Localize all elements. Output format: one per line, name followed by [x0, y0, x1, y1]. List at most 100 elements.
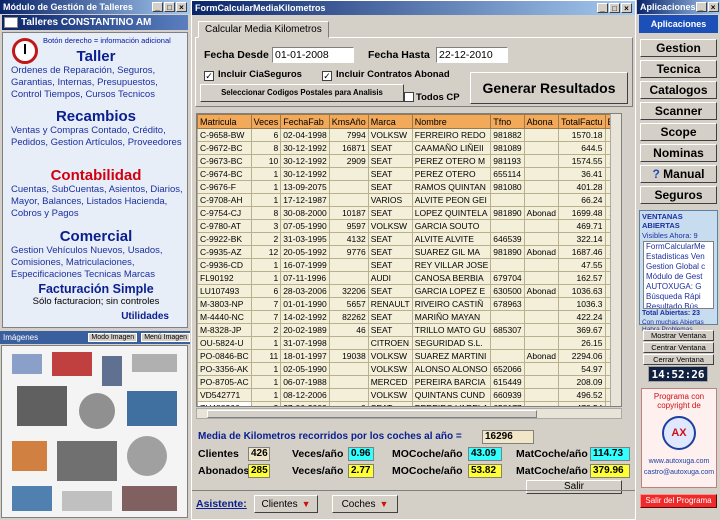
fecha-hasta-input[interactable]	[436, 47, 508, 63]
column-header[interactable]: TotalFactu	[557, 114, 606, 129]
open-window-item[interactable]: Módulo de Gest	[646, 272, 713, 282]
table-row[interactable]: VD542771 1 08-12-2006 VOLKSW QUINTANS CUND 66…	[197, 388, 621, 402]
utilidades-link[interactable]: Utilidades	[121, 311, 169, 322]
results-table: Matricula Veces FechaFab KmsAño Marca Nombre T…	[197, 114, 621, 406]
table-row[interactable]: FL90192 1 07-11-1996 AUDI CANOSA BERBIA 67970…	[197, 271, 621, 285]
table-row[interactable]: PO-8705-AC 1 06-07-1988 MERCED PEREIRA BARCI…	[197, 375, 621, 389]
column-header[interactable]: Marca	[367, 114, 413, 129]
results-grid[interactable]: Matricula Veces FechaFab KmsAño Marca Nombre T…	[196, 113, 622, 407]
minimize-icon[interactable]: _	[597, 3, 608, 13]
open-window-item[interactable]: AUTOXUGA: G	[646, 282, 713, 292]
open-window-item[interactable]: Resultado Bús	[646, 302, 713, 308]
table-row[interactable]: LU107493 6 28-03-2006 32206 SEAT GARCIA LOPEZ…	[197, 284, 621, 298]
section-contabilidad-title[interactable]: Contabilidad	[3, 167, 189, 184]
table-cell: AUDI	[367, 271, 413, 285]
section-recambios-title[interactable]: Recambios	[3, 108, 189, 125]
web-link[interactable]: www.autoxuga.com	[642, 458, 716, 465]
table-row[interactable]: OU-5824-U 1 31-07-1998 CITROEN SEGURIDAD S.L…	[197, 336, 621, 350]
table-row[interactable]: C-9754-CJ 8 30-08-2000 10187 SEAT LOPEZ QUINT…	[197, 206, 621, 220]
close-icon[interactable]: ×	[176, 2, 187, 12]
open-window-item[interactable]: Estadisticas Ven	[646, 252, 713, 262]
table-row[interactable]: M-4440-NC 7 14-02-1992 82262 SEAT MARIÑO MAYA…	[197, 310, 621, 324]
section-contabilidad[interactable]: Contabilidad Cuentas, SubCuentas, Asient…	[3, 167, 189, 220]
open-window-item[interactable]: FormCalcularMe	[646, 242, 713, 252]
section-taller-title[interactable]: Taller	[3, 48, 189, 65]
cerrar-ventana-button[interactable]: Cerrar Ventana	[643, 354, 714, 365]
incluir-cia-checkbox[interactable]: ✓	[204, 71, 214, 81]
scrollbar-thumb[interactable]	[207, 410, 537, 418]
grid-vertical-scrollbar[interactable]	[610, 114, 621, 406]
maximize-icon[interactable]: □	[609, 3, 620, 13]
menu-imagen-button[interactable]: Menú Imagen	[141, 333, 190, 342]
column-header[interactable]: Nombre	[411, 114, 492, 129]
table-row[interactable]: C-9674-BC 1 30-12-1992 SEAT PEREZ OTERO 65511…	[197, 167, 621, 181]
section-taller[interactable]: Taller Ordenes de Reparación, Seguros, G…	[3, 48, 189, 101]
table-row[interactable]: C-9708-AH 1 17-12-1987 VARIOS ALVITE PEON GE…	[197, 193, 621, 207]
minimize-icon[interactable]: _	[695, 2, 707, 12]
asistente-coches-button[interactable]: Coches ▼	[332, 495, 398, 513]
fecha-desde-input[interactable]	[272, 47, 354, 63]
table-cell: 162.57	[557, 271, 606, 285]
table-cell: 01-01-1990	[280, 297, 330, 311]
section-facturacion[interactable]: Facturación Simple Sólo facturacion; sin…	[3, 282, 189, 308]
column-header[interactable]: Matricula	[197, 114, 252, 129]
table-row[interactable]: M-8328-JP 2 20-02-1989 46 SEAT TRILLO MATO GU…	[197, 323, 621, 337]
table-cell: 1036.3	[557, 297, 606, 311]
catalogos-button[interactable]: Catalogos	[640, 81, 717, 99]
manual-button[interactable]: ? Manual	[640, 165, 717, 183]
table-row[interactable]: M-3803-NP 7 01-01-1990 5657 RENAULT RIVEIRO C…	[197, 297, 621, 311]
scope-button[interactable]: Scope	[640, 123, 717, 141]
column-header[interactable]: Tfno	[490, 114, 525, 129]
column-header[interactable]: Abona	[523, 114, 559, 129]
column-header[interactable]: KmsAño	[328, 114, 369, 129]
section-facturacion-title[interactable]: Facturación Simple	[3, 282, 189, 296]
table-row[interactable]: C-9658-BW 6 02-04-1998 7994 VOLKSW FERREIRO R…	[197, 128, 621, 142]
table-cell	[523, 375, 559, 389]
modo-imagen-button[interactable]: Modo Imagen	[88, 333, 138, 342]
table-row[interactable]: ZH488366227-06-20000SEATPEREIRO VARELA65…	[197, 401, 621, 406]
table-cell: VARIOS	[367, 193, 413, 207]
table-row[interactable]: PO-3356-AK 1 02-05-1990 VOLKSW ALONSO ALONSO…	[197, 362, 621, 376]
table-row[interactable]: C-9780-AT 3 07-05-1990 9597 VOLKSW GARCIA SOU…	[197, 219, 621, 233]
table-row[interactable]: C-9672-BC 8 30-12-1992 16871 SEAT CAAMAÑO LIÑ…	[197, 141, 621, 155]
seleccionar-codigos-button[interactable]: Seleccionar Codigos Postales para Analis…	[200, 84, 404, 102]
seguros-button[interactable]: Seguros	[640, 186, 717, 204]
table-row[interactable]: C-9936-CD 1 16-07-1999 SEAT REY VILLAR JOSE 4…	[197, 258, 621, 272]
open-windows-list[interactable]: FormCalcularMe Estadisticas Ven Gestion Gl…	[643, 241, 714, 309]
centrar-ventana-button[interactable]: Centrar Ventana	[643, 342, 714, 353]
table-cell: 1	[250, 167, 282, 181]
incluir-contratos-checkbox[interactable]: ✓	[322, 71, 332, 81]
table-row[interactable]: PO-0846-BC 11 18-01-1997 19038 VOLKSW SUAREZ …	[197, 349, 621, 363]
scanner-button[interactable]: Scanner	[640, 102, 717, 120]
table-cell: 658177	[490, 401, 525, 406]
minimize-icon[interactable]: _	[152, 2, 163, 12]
nominas-button[interactable]: Nominas	[640, 144, 717, 162]
grid-horizontal-scrollbar[interactable]	[196, 408, 622, 419]
close-icon[interactable]: ×	[707, 2, 719, 12]
table-row[interactable]: C-9935-AZ 12 20-05-1992 9776 SEAT SUAREZ GIL …	[197, 245, 621, 259]
generar-resultados-button[interactable]: Generar Resultados	[470, 72, 628, 104]
table-row[interactable]: C-9922-BK 2 31-03-1995 4132 SEAT ALVITE ALVIT…	[197, 232, 621, 246]
open-window-item[interactable]: Gestion Global c	[646, 262, 713, 272]
section-comercial[interactable]: Comercial Gestion Vehículos Nuevos, Usad…	[3, 228, 189, 281]
gestion-button[interactable]: Gestion	[640, 39, 717, 57]
column-header[interactable]: Veces	[250, 114, 282, 129]
email-link[interactable]: castro@autoxuga.com	[642, 469, 716, 476]
column-header[interactable]: FechaFab	[280, 114, 330, 129]
section-comercial-title[interactable]: Comercial	[3, 228, 189, 245]
todos-cp-checkbox[interactable]	[404, 92, 414, 102]
tab-calcular-media[interactable]: Calcular Media Kilometros	[198, 21, 329, 38]
toolbox-icon[interactable]	[4, 17, 18, 28]
maximize-icon[interactable]: □	[164, 2, 175, 12]
salir-button[interactable]: Salir	[526, 480, 622, 494]
salir-programa-button[interactable]: Salir del Programa	[640, 494, 717, 508]
asistente-clientes-button[interactable]: Clientes ▼	[254, 495, 318, 513]
close-icon[interactable]: ×	[621, 3, 632, 13]
table-row[interactable]: C-9673-BC 10 30-12-1992 2909 SEAT PEREZ OTERO…	[197, 154, 621, 168]
open-window-item[interactable]: Búsqueda Rápi	[646, 292, 713, 302]
table-row[interactable]: C-9676-F 1 13-09-2075 SEAT RAMOS QUINTAN 9810…	[197, 180, 621, 194]
tecnica-button[interactable]: Tecnica	[640, 60, 717, 78]
mostrar-ventana-button[interactable]: Mostrar Ventana	[643, 330, 714, 341]
mocoche-ano-clientes: 43.09	[468, 447, 502, 461]
section-recambios[interactable]: Recambios Ventas y Compras Contado, Créd…	[3, 108, 189, 149]
